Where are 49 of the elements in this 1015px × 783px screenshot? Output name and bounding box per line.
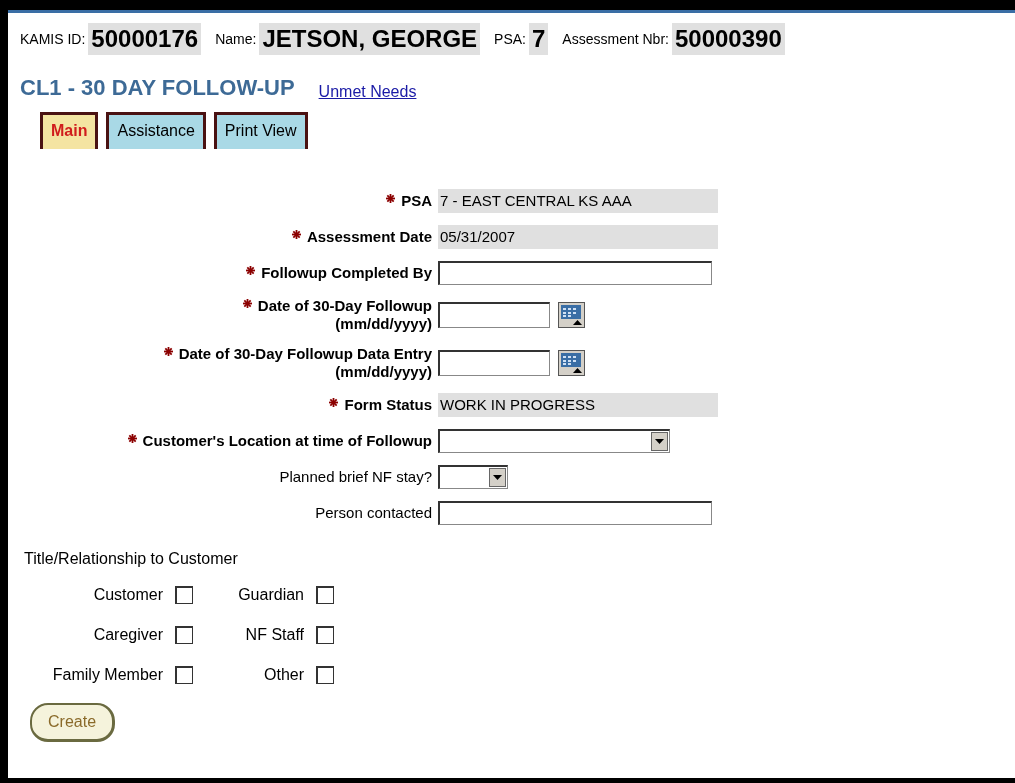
field-label: KAMIS ID: [20,29,86,49]
checkbox[interactable] [175,626,193,644]
checkbox[interactable] [316,626,334,644]
field-value: 50000176 [88,23,202,55]
field-value: 7 [529,23,549,55]
checkbox[interactable] [175,586,193,604]
calendar-icon[interactable] [558,350,585,376]
field-label: PSA: [494,29,526,49]
checkbox-label: Caregiver [92,625,164,645]
field-label: Assessment Nbr: [562,29,669,49]
tab[interactable]: Print View [213,112,308,149]
checkbox-label: Other [263,665,305,685]
dropdown[interactable] [438,429,670,453]
date-format-hint: (mm/dd/yyyy) [334,315,432,333]
field-value: JETSON, GEORGE [259,23,481,55]
checkbox-label: Customer [92,585,164,605]
date-format-hint: (mm/dd/yyyy) [334,363,432,381]
field-label: Planned brief NF stay? [279,468,432,485]
field-label: Person contacted [315,504,432,521]
field-value: WORK IN PROGRESS [438,393,718,417]
unmet-needs-link[interactable]: Unmet Needs [318,80,417,104]
checkbox-label: Guardian [237,585,305,605]
checkbox[interactable] [175,666,193,684]
field-label: Assessment Date [306,228,432,245]
date-input[interactable] [438,350,550,376]
field-label: Customer's Location at time of Followup [142,432,432,449]
text-input[interactable] [438,261,712,285]
tab[interactable]: Main [40,112,99,149]
page-title: CL1 - 30 DAY FOLLOW-UP [20,74,295,102]
field-label: Date of 30-Day Followup [257,297,432,314]
checkbox[interactable] [316,586,334,604]
dropdown[interactable] [438,465,508,489]
field-label: Form Status [344,396,432,413]
field-value: 50000390 [671,23,785,55]
calendar-icon[interactable] [558,302,585,328]
field-label: Followup Completed By [261,264,432,281]
field-label: Name: [215,29,257,49]
text-input[interactable] [438,501,712,525]
field-value: 7 - EAST CENTRAL KS AAA [438,189,718,213]
field-label: Date of 30-Day Followup Data Entry [178,345,432,362]
create-button[interactable]: Create [30,703,116,742]
relationship-heading: Title/Relationship to Customer [23,549,239,569]
field-value: 05/31/2007 [438,225,718,249]
tab[interactable]: Assistance [106,112,206,149]
checkbox[interactable] [316,666,334,684]
date-input[interactable] [438,302,550,328]
checkbox-label: Family Member [51,665,164,685]
field-label: PSA [401,192,432,209]
checkbox-label: NF Staff [244,625,305,645]
